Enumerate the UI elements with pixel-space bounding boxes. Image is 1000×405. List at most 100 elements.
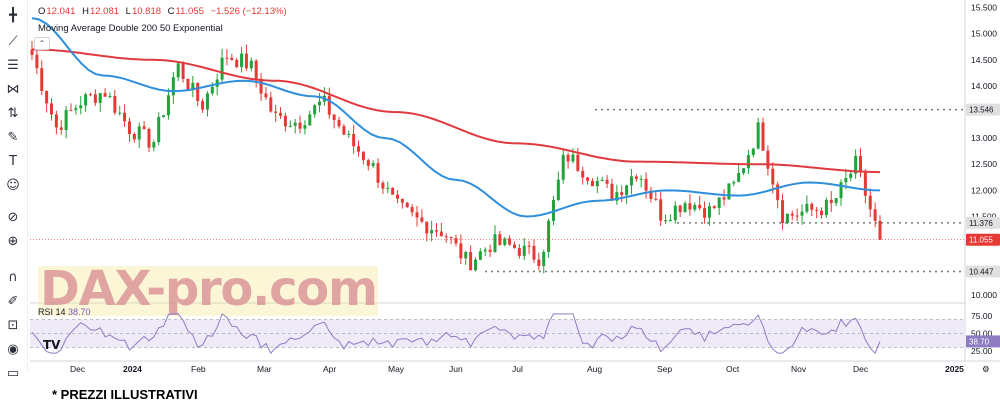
candle-body	[610, 183, 614, 201]
candle-body	[235, 59, 239, 67]
candle-body	[620, 192, 624, 195]
candle-body	[659, 199, 663, 221]
candle-body	[49, 103, 53, 115]
prediction-icon[interactable]: ⇅	[3, 104, 23, 124]
candle-body	[834, 198, 838, 204]
time-tick-label: Oct	[726, 364, 740, 374]
time-tick-label: Dec	[853, 364, 869, 374]
close-label: C	[167, 6, 175, 17]
lock-drawing-icon[interactable]: ✐	[3, 292, 23, 312]
crosshair-icon[interactable]: ╋	[3, 6, 23, 26]
pattern-icon[interactable]: ⋈	[3, 80, 23, 100]
candle-body	[790, 213, 794, 216]
emoji-icon[interactable]: ☺	[3, 176, 23, 196]
candle-body	[688, 203, 692, 210]
candle-body	[386, 187, 390, 189]
tradingview-logo[interactable]: TV	[43, 338, 60, 352]
magnet-icon[interactable]: ∩	[3, 268, 23, 288]
high-label: H	[82, 6, 89, 17]
candle-body	[45, 91, 49, 104]
candle-body	[313, 105, 317, 115]
candle-body	[435, 230, 439, 232]
trash-icon[interactable]: ▭	[3, 364, 23, 384]
candle-body	[678, 205, 682, 213]
time-tick-label: 2025	[945, 364, 964, 374]
low-label: L	[125, 6, 131, 17]
price-badge-label: 11.055	[969, 236, 993, 245]
candle-body	[756, 122, 760, 149]
candle-body	[581, 170, 585, 178]
candle-body	[815, 209, 819, 211]
lock-icon[interactable]: ⊡	[3, 316, 23, 336]
candle-body	[342, 126, 346, 135]
candle-body	[142, 126, 146, 129]
candle-body	[517, 247, 521, 256]
rsi-tick-label: 25.00	[971, 346, 993, 356]
candle-body	[727, 183, 731, 200]
rsi-legend[interactable]: RSI 14 38.70	[38, 307, 91, 317]
settings-icon[interactable]: ⚙	[982, 364, 990, 374]
candle-body	[361, 151, 365, 161]
rsi-tick-label: 75.00	[971, 311, 993, 321]
time-tick-label: Sep	[657, 364, 672, 374]
candle-body	[566, 154, 570, 162]
candle-body	[829, 199, 833, 204]
candle-body	[298, 122, 302, 129]
candle-body	[873, 209, 877, 221]
candle-body	[108, 95, 112, 97]
candle-body	[69, 110, 73, 112]
candle-body	[205, 93, 209, 110]
candle-body	[225, 57, 229, 59]
candle-body	[264, 93, 268, 98]
candle-body	[93, 94, 97, 103]
zoom-in-icon[interactable]: ⊕	[3, 232, 23, 252]
ohlc-legend: O12.041 H12.081 L10.818 C11.055 −1.526 (…	[38, 6, 291, 17]
candle-body	[542, 251, 546, 267]
candle-body	[668, 220, 672, 222]
text-icon[interactable]: T	[3, 152, 23, 172]
candle-body	[35, 54, 39, 69]
moving-average-legend[interactable]: Moving Average Double 200 50 Exponential	[38, 23, 223, 34]
candle-body	[532, 245, 536, 260]
candle-body	[464, 252, 468, 259]
candle-body	[664, 220, 668, 222]
time-tick-label: Nov	[791, 364, 807, 374]
candle-body	[849, 173, 853, 179]
brush-icon[interactable]: ✎	[3, 128, 23, 148]
ruler-icon[interactable]: ⊘	[3, 208, 23, 228]
candle-body	[420, 217, 424, 222]
eye-icon[interactable]: ◉	[3, 340, 23, 360]
price-tick-label: 12.000	[971, 185, 997, 195]
candle-body	[639, 178, 643, 180]
candle-body	[459, 243, 463, 259]
fib-retracement-icon[interactable]: ☰	[3, 56, 23, 76]
high-value: 12.081	[89, 6, 120, 17]
candle-body	[430, 230, 434, 234]
candle-body	[547, 220, 551, 252]
candle-body	[103, 93, 107, 97]
price-badge-label: 13.546	[969, 106, 994, 115]
candle-body	[357, 146, 361, 152]
candle-body	[732, 182, 736, 184]
price-tick-label: 15.000	[971, 29, 997, 39]
trend-line-icon[interactable]: ⟋	[3, 32, 23, 52]
price-chart[interactable]: 15.50015.00014.50014.00013.50013.00012.5…	[0, 0, 1000, 405]
candle-body	[98, 93, 102, 103]
price-tick-label: 14.000	[971, 81, 997, 91]
candle-body	[64, 110, 68, 130]
candle-body	[703, 208, 707, 218]
collapse-legend-button[interactable]: ⌃	[34, 37, 50, 50]
low-value: 10.818	[131, 6, 162, 17]
candle-body	[810, 203, 814, 210]
time-tick-label: Dec	[70, 364, 86, 374]
change-value: −1.526 (−12.13%)	[210, 6, 287, 17]
candle-body	[439, 231, 443, 237]
candle-body	[800, 211, 804, 216]
candle-body	[210, 86, 214, 94]
candle-body	[230, 57, 234, 60]
candle-body	[123, 112, 127, 122]
candle-body	[171, 77, 175, 96]
time-tick-label: Apr	[323, 364, 336, 374]
candle-body	[673, 205, 677, 221]
candle-body	[166, 95, 170, 116]
